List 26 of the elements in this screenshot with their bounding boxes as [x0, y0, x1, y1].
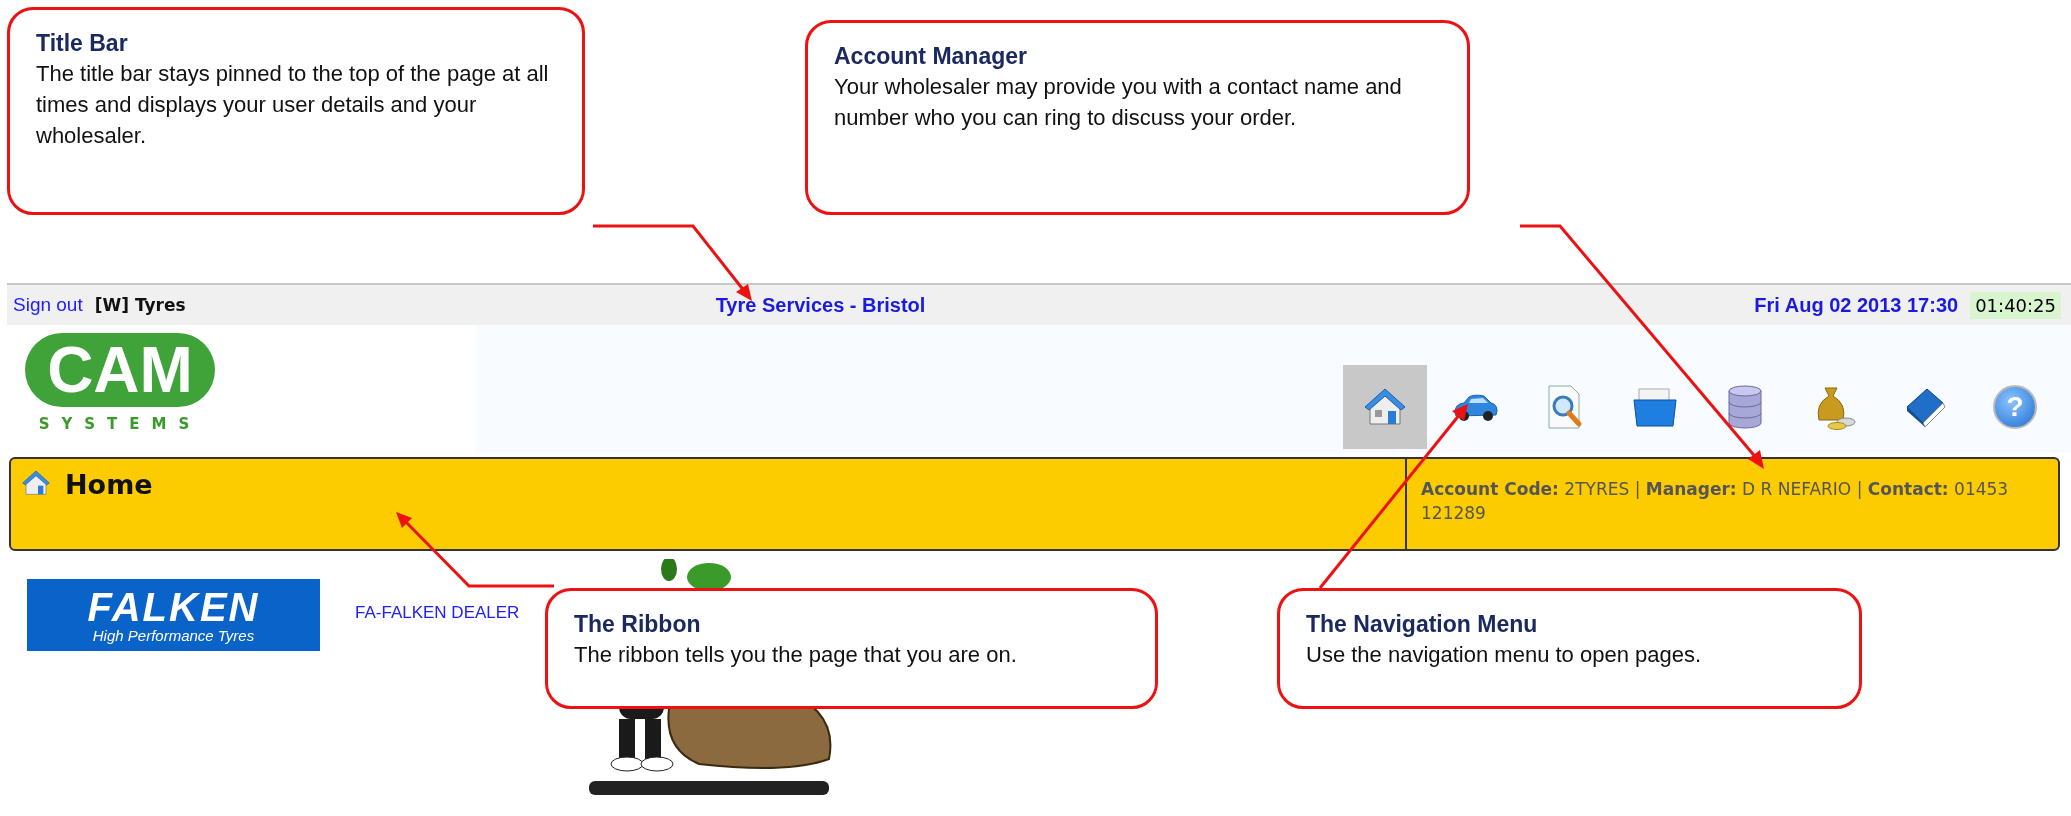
callout-title: Account Manager: [834, 42, 1028, 71]
callout-text: The title bar stays pinned to the top of the page at all times and displays your user details and your wholesaler.: [36, 60, 550, 150]
date-time: Fri Aug 02 2013 17:30: [1754, 293, 1959, 317]
database-icon: [1726, 384, 1764, 430]
wholesaler-name: Tyre Services - Bristol: [715, 293, 926, 317]
callout-text: The ribbon tells you the page that you are on.: [574, 641, 1018, 669]
nav-menu-button[interactable]: [1343, 365, 1427, 449]
sign-out-link[interactable]: Sign out: [13, 294, 83, 316]
session-timer: 01:40:25: [1970, 291, 2061, 319]
user-name: [W] Tyres: [94, 295, 186, 315]
account-details: Account Code: 2TYRES | Manager: D R NEFARIO | Contact: 01453 121289: [1421, 479, 2009, 523]
help-icon: ?: [1993, 385, 2037, 429]
brand-wordmark: FALKEN: [87, 586, 260, 627]
callout-text: Use the navigation menu to open pages.: [1306, 641, 1703, 669]
brand-tagline: High Performance Tyres: [92, 626, 255, 644]
page-title: Home: [65, 469, 153, 500]
logo-tagline: SYSTEMS: [38, 415, 202, 433]
house-icon: [1363, 386, 1407, 428]
callout-text: Your wholesaler may provide you with a contact name and number who you can ring to discuss your order.: [834, 73, 1403, 132]
callout-title: The Ribbon: [574, 610, 702, 639]
callout-title: Title Bar: [36, 29, 129, 58]
house-icon: [21, 469, 51, 497]
callout-title: The Navigation Menu: [1306, 610, 1539, 639]
dealer-link[interactable]: FA-FALKEN DEALER: [355, 603, 520, 623]
logo-wordmark: CAM: [25, 333, 215, 407]
box-icon: [1631, 386, 1679, 428]
